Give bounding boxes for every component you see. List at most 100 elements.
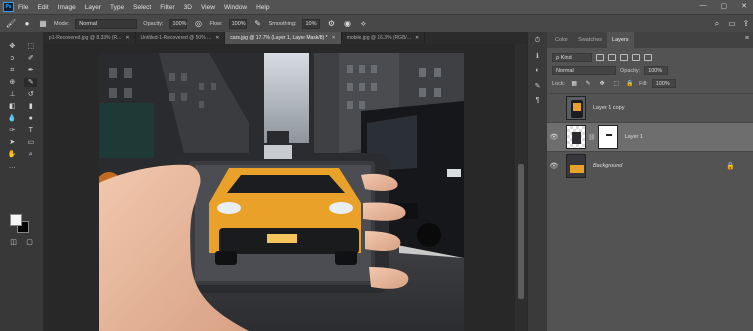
close-tab-icon[interactable]: ✕ [125, 35, 129, 41]
type-tool-icon[interactable]: T [24, 126, 37, 135]
menu-file[interactable]: File [18, 4, 28, 11]
menu-select[interactable]: Select [133, 4, 151, 11]
tab-untitled-recovered[interactable]: Untitled-1-Recovered @ 50% ... ✕ [136, 32, 226, 44]
layer-name[interactable]: Layer 1 [625, 134, 643, 140]
quick-select-tool-icon[interactable]: ✐ [24, 54, 37, 63]
lock-pixels-icon[interactable]: ▦ [569, 79, 579, 89]
zoom-tool-icon[interactable]: ⌕ [24, 150, 37, 159]
layer-row[interactable]: 👁 Background 🔒 [547, 151, 753, 180]
brush-settings-icon[interactable]: ▦ [38, 19, 48, 29]
pixel-filter-icon[interactable] [596, 54, 604, 61]
crop-tool-icon[interactable]: ⌗ [6, 66, 19, 75]
healing-tool-icon[interactable]: ⊕ [6, 78, 19, 87]
foreground-color-swatch[interactable] [10, 214, 22, 226]
layer-row-selected[interactable]: 👁 ⛓ Layer 1 [547, 122, 753, 151]
workspace-icon[interactable]: ▭ [727, 19, 737, 29]
panel-menu-icon[interactable]: ≡ [745, 35, 749, 42]
menu-3d[interactable]: 3D [184, 4, 192, 11]
link-icon[interactable]: ⛓ [588, 134, 596, 141]
fill-field[interactable]: 100% [651, 79, 676, 88]
layer-name[interactable]: Layer 1 copy [593, 105, 625, 111]
path-select-tool-icon[interactable]: ➤ [6, 138, 19, 147]
eye-icon[interactable]: 👁 [547, 133, 561, 141]
paragraph-icon[interactable]: ¶ [532, 97, 544, 107]
adjustments-icon[interactable]: ◐ [532, 67, 544, 77]
tab-cars[interactable]: cars.jpg @ 17.7% (Layer 1, Layer Mask/8)… [225, 32, 342, 44]
tab-p1-recovered[interactable]: p1-Recovered.jpg @ 8.33% (R... ✕ [44, 32, 136, 44]
menu-view[interactable]: View [201, 4, 215, 11]
adjustment-filter-icon[interactable] [608, 54, 616, 61]
shape-filter-icon[interactable] [632, 54, 640, 61]
lock-artboard-icon[interactable]: ⬚ [611, 79, 621, 89]
pressure-opacity-icon[interactable]: ◎ [193, 19, 203, 29]
eye-icon[interactable]: 👁 [547, 162, 561, 170]
stamp-tool-icon[interactable]: ⊥ [6, 90, 19, 99]
tab-swatches[interactable]: Swatches [573, 32, 607, 48]
brush-tool-icon[interactable]: ✎ [24, 78, 38, 87]
screen-mode-icon[interactable]: ▢ [23, 238, 36, 247]
close-window-button[interactable]: ✕ [741, 2, 747, 10]
quick-mask-icon[interactable]: ◫ [7, 238, 20, 247]
layer-mask-thumbnail[interactable] [597, 125, 618, 149]
search-icon[interactable]: ⌕ [712, 19, 722, 29]
close-tab-icon[interactable]: ✕ [215, 35, 219, 41]
close-tab-icon[interactable]: ✕ [415, 35, 419, 41]
scrollbar-thumb[interactable] [518, 164, 524, 299]
brush-settings-icon[interactable]: ✎ [532, 82, 544, 92]
type-filter-icon[interactable] [620, 54, 628, 61]
info-icon[interactable]: ℹ [532, 52, 544, 62]
smoothing-field[interactable]: 10% [302, 18, 321, 29]
opacity-field[interactable]: 100% [169, 18, 188, 29]
more-tools-icon[interactable]: … [6, 162, 19, 171]
minimize-button[interactable]: — [700, 2, 707, 10]
tab-layers[interactable]: Layers [607, 32, 634, 48]
marquee-tool-icon[interactable]: ⬚ [24, 42, 37, 51]
move-tool-icon[interactable]: ✥ [6, 42, 19, 51]
eraser-tool-icon[interactable]: ◧ [6, 102, 19, 111]
lock-all-icon[interactable]: 🔒 [625, 79, 635, 89]
menu-filter[interactable]: Filter [160, 4, 174, 11]
canvas-area[interactable] [44, 44, 515, 331]
lock-label: Lock: [552, 80, 566, 87]
pen-tool-icon[interactable]: ✑ [6, 126, 19, 135]
mode-select[interactable]: Normal [75, 18, 138, 29]
maximize-button[interactable]: ▢ [721, 2, 728, 10]
layer-thumbnail [566, 125, 586, 149]
flow-field[interactable]: 100% [228, 18, 247, 29]
hand-tool-icon[interactable]: ✋ [6, 150, 19, 159]
layer-row[interactable]: Layer 1 copy [547, 93, 753, 122]
menu-window[interactable]: Window [224, 4, 247, 11]
airbrush-icon[interactable]: ✎ [253, 19, 263, 29]
vertical-scrollbar[interactable] [515, 44, 527, 331]
symmetry-icon[interactable]: ⟡ [358, 19, 368, 29]
lock-position-icon[interactable]: ✥ [597, 79, 607, 89]
pressure-size-icon[interactable]: ◉ [342, 19, 352, 29]
menu-image[interactable]: Image [58, 4, 76, 11]
menu-help[interactable]: Help [256, 4, 269, 11]
history-icon[interactable]: ⏱ [532, 37, 544, 47]
panel-opacity-field[interactable]: 100% [644, 66, 669, 75]
menu-type[interactable]: Type [110, 4, 124, 11]
kind-filter-select[interactable]: ρ Kind [552, 53, 592, 62]
share-icon[interactable]: ⇪ [741, 19, 751, 29]
lasso-tool-icon[interactable]: ↄ [6, 54, 19, 63]
smart-object-filter-icon[interactable] [644, 54, 652, 61]
tab-mobile[interactable]: mobile.jpg @ 16.3% (RGB/... ✕ [342, 32, 426, 44]
gear-icon[interactable]: ⚙ [326, 19, 336, 29]
layer-name[interactable]: Background [593, 163, 622, 169]
document-canvas[interactable] [99, 53, 464, 331]
brush-tool-icon[interactable]: 🖌 [6, 19, 16, 29]
close-tab-icon[interactable]: ✕ [331, 35, 335, 41]
blur-tool-icon[interactable]: 💧 [6, 114, 19, 123]
dodge-tool-icon[interactable]: ● [24, 114, 37, 123]
menu-edit[interactable]: Edit [37, 4, 48, 11]
blend-mode-select[interactable]: Normal [552, 66, 616, 75]
tab-color[interactable]: Color [550, 32, 573, 48]
history-brush-tool-icon[interactable]: ↺ [24, 90, 37, 99]
brush-preset-icon[interactable]: ● [22, 19, 32, 29]
lock-paint-icon[interactable]: ✎ [583, 79, 593, 89]
gradient-tool-icon[interactable]: ▮ [24, 102, 37, 111]
shape-tool-icon[interactable]: ▭ [24, 138, 37, 147]
menu-layer[interactable]: Layer [85, 4, 101, 11]
eyedropper-tool-icon[interactable]: ✒ [24, 66, 37, 75]
